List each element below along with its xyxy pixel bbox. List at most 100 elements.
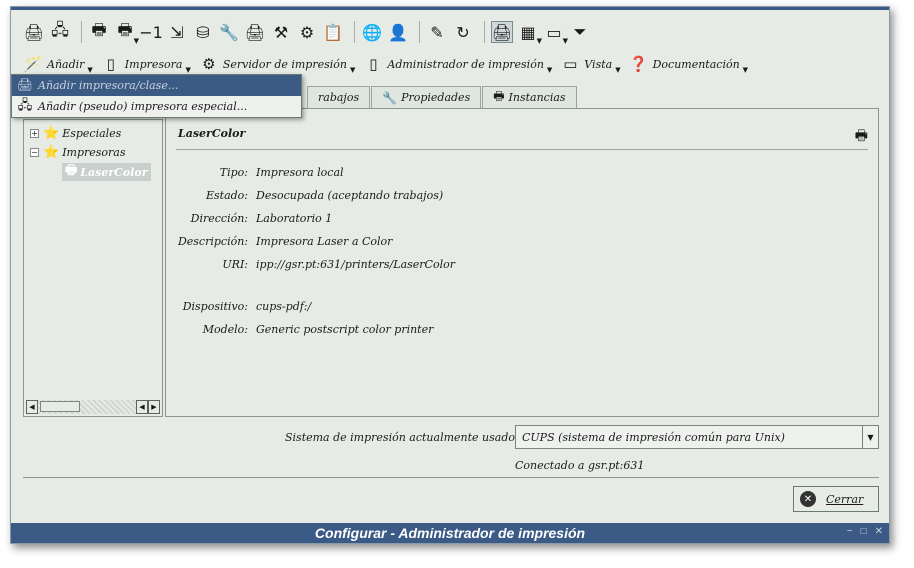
info-row-dispositivo: Dispositivo: cups-pdf:/ [166, 300, 312, 313]
printer-dropdown-icon[interactable]: 🖶 ▼ [114, 20, 139, 46]
globe-icon[interactable]: 🌐 [361, 21, 383, 43]
user-print-icon[interactable]: 👤 [387, 21, 409, 43]
printer-icon: 🖶 [493, 89, 505, 103]
connection-status: Conectado a gsr.pt:631 [515, 459, 645, 472]
top-border [11, 7, 889, 10]
close-icon[interactable]: ✕ [875, 526, 883, 537]
info-row-tipo: Tipo: Impresora local [166, 166, 344, 179]
info-value: Impresora Laser a Color [256, 235, 393, 248]
minus-one-icon[interactable]: −1 [139, 21, 163, 43]
printer-view-icon[interactable]: 🖨 [491, 21, 513, 43]
tree-item-especiales[interactable]: + ⭐ Especiales [30, 124, 121, 142]
tab-label: rabajos [318, 91, 360, 104]
divider [176, 149, 868, 150]
menu-item-add-special-printer[interactable]: 🖧 Añadir (pseudo) impresora especial... [12, 96, 301, 117]
filter-icon[interactable]: ⏷ [569, 21, 591, 43]
tree-item-label: LaserColor [80, 165, 148, 179]
grid-view-icon[interactable]: ▦ ▼ [517, 21, 542, 46]
info-label: Estado: [205, 189, 248, 202]
info-label: Tipo: [219, 166, 248, 179]
image-edit-icon[interactable]: ✎ [426, 21, 448, 43]
menu-documentacion[interactable]: ❓ Documentación ▼ [629, 54, 748, 74]
chevron-down-icon: ▼ [742, 66, 749, 74]
tab-instancias[interactable]: 🖶 Instancias [482, 86, 577, 108]
info-value: cups-pdf:/ [256, 300, 312, 313]
window-title: Configurar - Administrador de impresión [314, 525, 586, 541]
info-label: Dispositivo: [182, 300, 248, 313]
menu-servidor[interactable]: ⚙ Servidor de impresión ▼ [199, 54, 356, 74]
menu-impresora[interactable]: ▯ Impresora ▼ [101, 54, 191, 74]
menu-item-label: Añadir impresora/clase... [38, 79, 179, 92]
minimize-icon[interactable]: − [847, 526, 853, 537]
scroll-left-icon[interactable]: ◀ [26, 400, 38, 414]
tools-icon[interactable]: ⚒ [270, 21, 292, 43]
window-controls: − □ ✕ [847, 526, 883, 537]
info-value: ipp://gsr.pt:631/printers/LaserColor [256, 258, 455, 271]
tree-item-impresoras[interactable]: − ⭐ Impresoras [30, 143, 126, 161]
info-row-modelo: Modelo: Generic postscript color printer [166, 323, 434, 336]
select-value: CUPS (sistema de impresión común para Un… [522, 430, 785, 444]
page-icon: ▯ [369, 55, 378, 73]
chevron-down-icon: ▼ [87, 66, 93, 74]
toolbar-separator [484, 21, 485, 43]
wrench-icon: 🔧 [382, 90, 398, 105]
printer-manage-icon[interactable]: 🖶 [88, 20, 110, 43]
menu-label: Vista [584, 57, 613, 71]
info-row-uri: URI: ipp://gsr.pt:631/printers/LaserColo… [166, 258, 455, 271]
info-label: Dirección: [190, 212, 248, 225]
details-panel: LaserColor 🖶 Tipo: Impresora local Estad… [165, 108, 879, 417]
tree-item-lasercolor[interactable]: 🖶 LaserColor [62, 163, 151, 181]
tree-horizontal-scrollbar[interactable]: ◀ ◀ ▶ [26, 400, 160, 414]
printer-test-icon[interactable]: 🖨 [244, 21, 266, 43]
scroll-thumb[interactable] [40, 401, 80, 412]
print-system-select[interactable]: CUPS (sistema de impresión común para Un… [515, 425, 879, 449]
info-row-direccion: Dirección: Laboratorio 1 [166, 212, 333, 225]
menu-anadir[interactable]: 🪄 Añadir ▼ [23, 54, 93, 74]
menu-item-add-printer-class[interactable]: 🖨 Añadir impresora/clase... [12, 75, 301, 96]
close-button[interactable]: ✕ Cerrar [793, 486, 879, 512]
printer-add-icon: 🖨 [16, 78, 34, 93]
gear-doc-icon[interactable]: ⚙ [296, 21, 318, 43]
printer-class-icon[interactable]: 🖧 [49, 20, 71, 43]
cylinder-icon[interactable]: ⛁ [192, 21, 214, 43]
collapse-icon[interactable]: − [30, 147, 39, 157]
scroll-right-icon[interactable]: ▶ [148, 400, 160, 414]
info-value: Laboratorio 1 [256, 212, 333, 225]
close-icon: ✕ [800, 491, 816, 507]
magic-wand-icon: 🪄 [23, 55, 43, 73]
refresh-icon[interactable]: ↻ [452, 21, 474, 43]
printer-add-icon[interactable]: 🖨 [23, 21, 45, 43]
tab-label: Instancias [508, 91, 566, 104]
info-label: Descripción: [177, 235, 248, 248]
info-value: Impresora local [256, 166, 344, 179]
maximize-icon[interactable]: □ [861, 526, 867, 537]
scroll-track[interactable] [38, 400, 136, 414]
tab-trabajos[interactable]: rabajos [307, 86, 371, 108]
help-icon: ❓ [629, 55, 648, 73]
menu-item-label: Añadir (pseudo) impresora especial... [38, 100, 248, 113]
info-row-descripcion: Descripción: Impresora Laser a Color [166, 235, 392, 248]
step-icon[interactable]: ⇲ [166, 21, 188, 43]
chevron-down-icon: ▼ [350, 66, 356, 74]
folder-star-icon: ⭐ [43, 144, 60, 160]
scroll-left-icon[interactable]: ◀ [136, 400, 148, 414]
clipboard-icon[interactable]: 📋 [322, 21, 344, 43]
tab-label: Propiedades [401, 91, 471, 104]
expand-icon[interactable]: + [30, 128, 39, 138]
panel-view-icon[interactable]: ▭ ▼ [543, 21, 568, 46]
chevron-down-icon: ▼ [546, 66, 553, 74]
folder-star-icon: ⭐ [43, 125, 60, 141]
tree-item-label: Impresoras [62, 145, 126, 159]
window-titlebar[interactable]: Configurar - Administrador de impresión … [11, 523, 889, 543]
wrench-icon[interactable]: 🔧 [218, 21, 240, 43]
toolbar-separator [354, 21, 355, 43]
chevron-down-icon[interactable]: ▼ [862, 426, 878, 448]
menu-vista[interactable]: ▭ Vista ▼ [560, 54, 620, 74]
menu-administrador[interactable]: ▯ Administrador de impresión ▼ [363, 54, 552, 74]
info-value: Generic postscript color printer [256, 323, 434, 336]
menu-label: Impresora [124, 57, 183, 71]
tab-propiedades[interactable]: 🔧 Propiedades [371, 86, 482, 108]
info-row-estado: Estado: Desocupada (aceptando trabajos) [166, 189, 443, 202]
printer-class-icon: 🖧 [17, 97, 33, 113]
system-label: Sistema de impresión actualmente usado: [285, 431, 519, 444]
